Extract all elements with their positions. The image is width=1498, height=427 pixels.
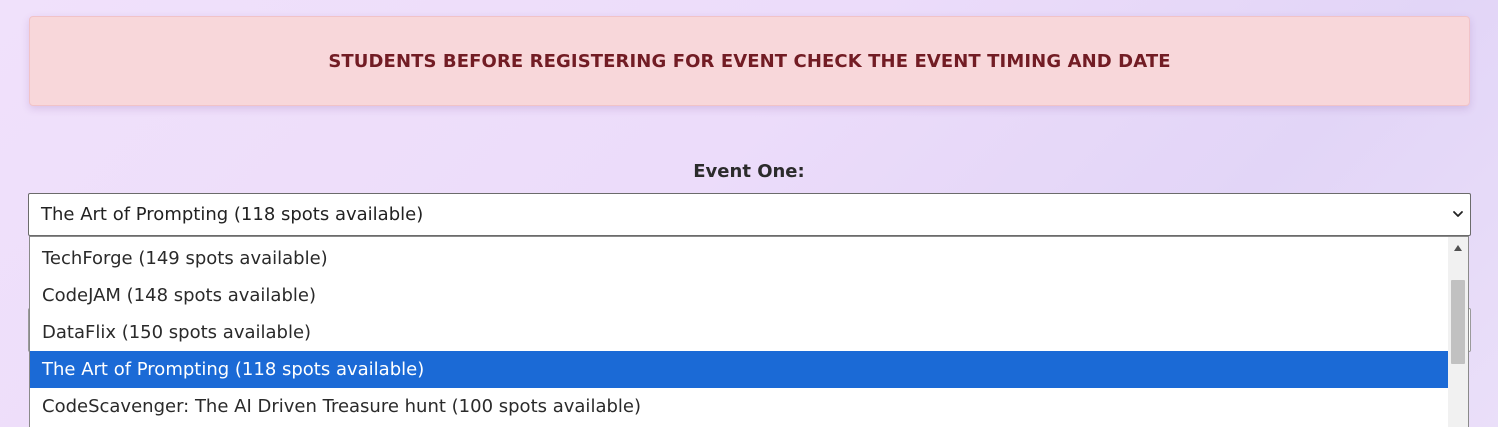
option-dataflix[interactable]: DataFlix (150 spots available) [30, 314, 1448, 351]
notice-text: STUDENTS BEFORE REGISTERING FOR EVENT CH… [328, 50, 1171, 72]
event-one-select[interactable]: The Art of Prompting (118 spots availabl… [28, 193, 1471, 236]
chevron-down-icon [1453, 211, 1463, 217]
option-art-of-prompting[interactable]: The Art of Prompting (118 spots availabl… [30, 351, 1448, 388]
option-codejam[interactable]: CodeJAM (148 spots available) [30, 277, 1448, 314]
option-codescavenger[interactable]: CodeScavenger: The AI Driven Treasure hu… [30, 388, 1448, 425]
event-one-selected-value: The Art of Prompting (118 spots availabl… [41, 204, 424, 225]
event-notice-banner: STUDENTS BEFORE REGISTERING FOR EVENT CH… [29, 16, 1470, 106]
event-one-dropdown-list[interactable]: TechForge (149 spots available) CodeJAM … [29, 236, 1469, 427]
option-techforge[interactable]: TechForge (149 spots available) [30, 240, 1448, 277]
scrollbar-thumb[interactable] [1451, 280, 1465, 364]
scroll-up-arrow-glyph [1454, 245, 1462, 251]
dropdown-scrollbar[interactable] [1448, 237, 1468, 427]
option-list: TechForge (149 spots available) CodeJAM … [30, 240, 1448, 425]
scroll-up-arrow-icon[interactable] [1448, 237, 1468, 259]
event-one-label: Event One: [693, 161, 805, 182]
